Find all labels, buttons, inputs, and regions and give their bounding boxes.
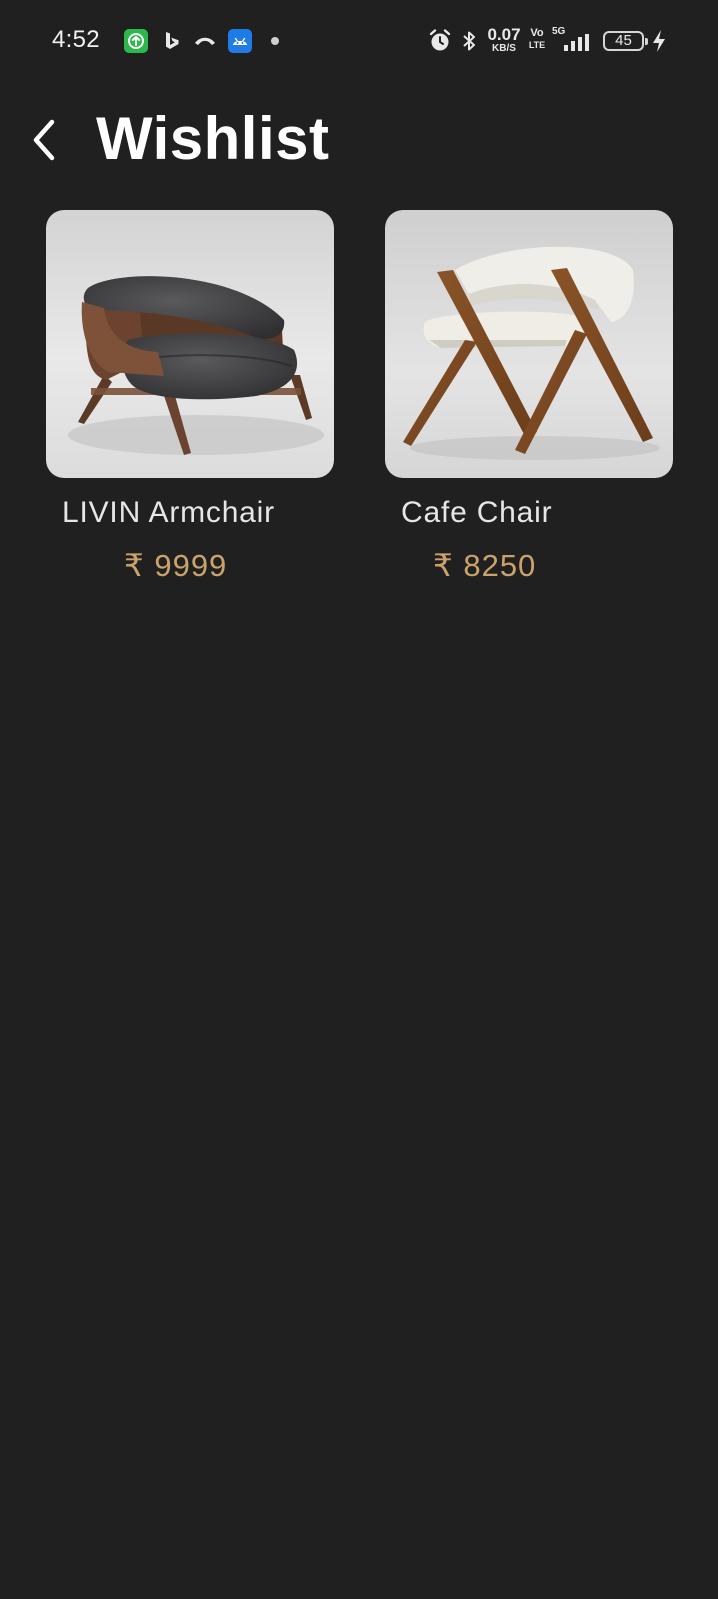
volte-top-label: Vo	[530, 27, 544, 39]
status-bar: 4:52 0.07 KB/S Vo LTE 5G 45	[0, 0, 718, 82]
page-header: Wishlist	[0, 88, 718, 188]
wishlist-item-card[interactable]: LIVIN Armchair ₹ 9999	[46, 210, 334, 600]
alarm-icon	[428, 28, 452, 54]
charging-icon	[651, 29, 667, 53]
network-speed: 0.07 KB/S	[486, 26, 522, 54]
network-speed-unit: KB/S	[492, 43, 516, 54]
product-image[interactable]	[46, 210, 334, 478]
back-button[interactable]	[22, 112, 66, 168]
battery-icon: 45	[603, 31, 648, 51]
page-title: Wishlist	[96, 105, 330, 172]
network-speed-value: 0.07	[487, 25, 521, 44]
product-image[interactable]	[385, 210, 673, 478]
signal-icon: 5G	[552, 26, 592, 52]
wishlist-item-card[interactable]: Cafe Chair ₹ 8250	[385, 210, 673, 600]
product-price: ₹ 8250	[433, 548, 537, 583]
android-app-icon	[228, 29, 252, 53]
volte-indicator: Vo LTE	[528, 28, 546, 50]
chevron-left-icon	[33, 119, 55, 161]
app-update-icon	[124, 29, 148, 53]
missed-call-icon	[192, 29, 218, 53]
wishlist-screen: 4:52 0.07 KB/S Vo LTE 5G 45 Wishlist LIV…	[0, 0, 718, 1599]
bing-icon	[160, 29, 184, 53]
product-name[interactable]: LIVIN Armchair	[62, 496, 275, 530]
product-name[interactable]: Cafe Chair	[401, 496, 552, 530]
status-time: 4:52	[52, 26, 100, 53]
white-cafe-chair-photo	[385, 210, 673, 478]
volte-bottom-label: LTE	[528, 40, 546, 50]
product-price: ₹ 9999	[124, 548, 228, 583]
more-notifications-dot	[271, 37, 279, 45]
bluetooth-icon	[460, 28, 478, 54]
battery-level: 45	[615, 32, 632, 49]
grey-armchair-photo	[46, 210, 334, 478]
